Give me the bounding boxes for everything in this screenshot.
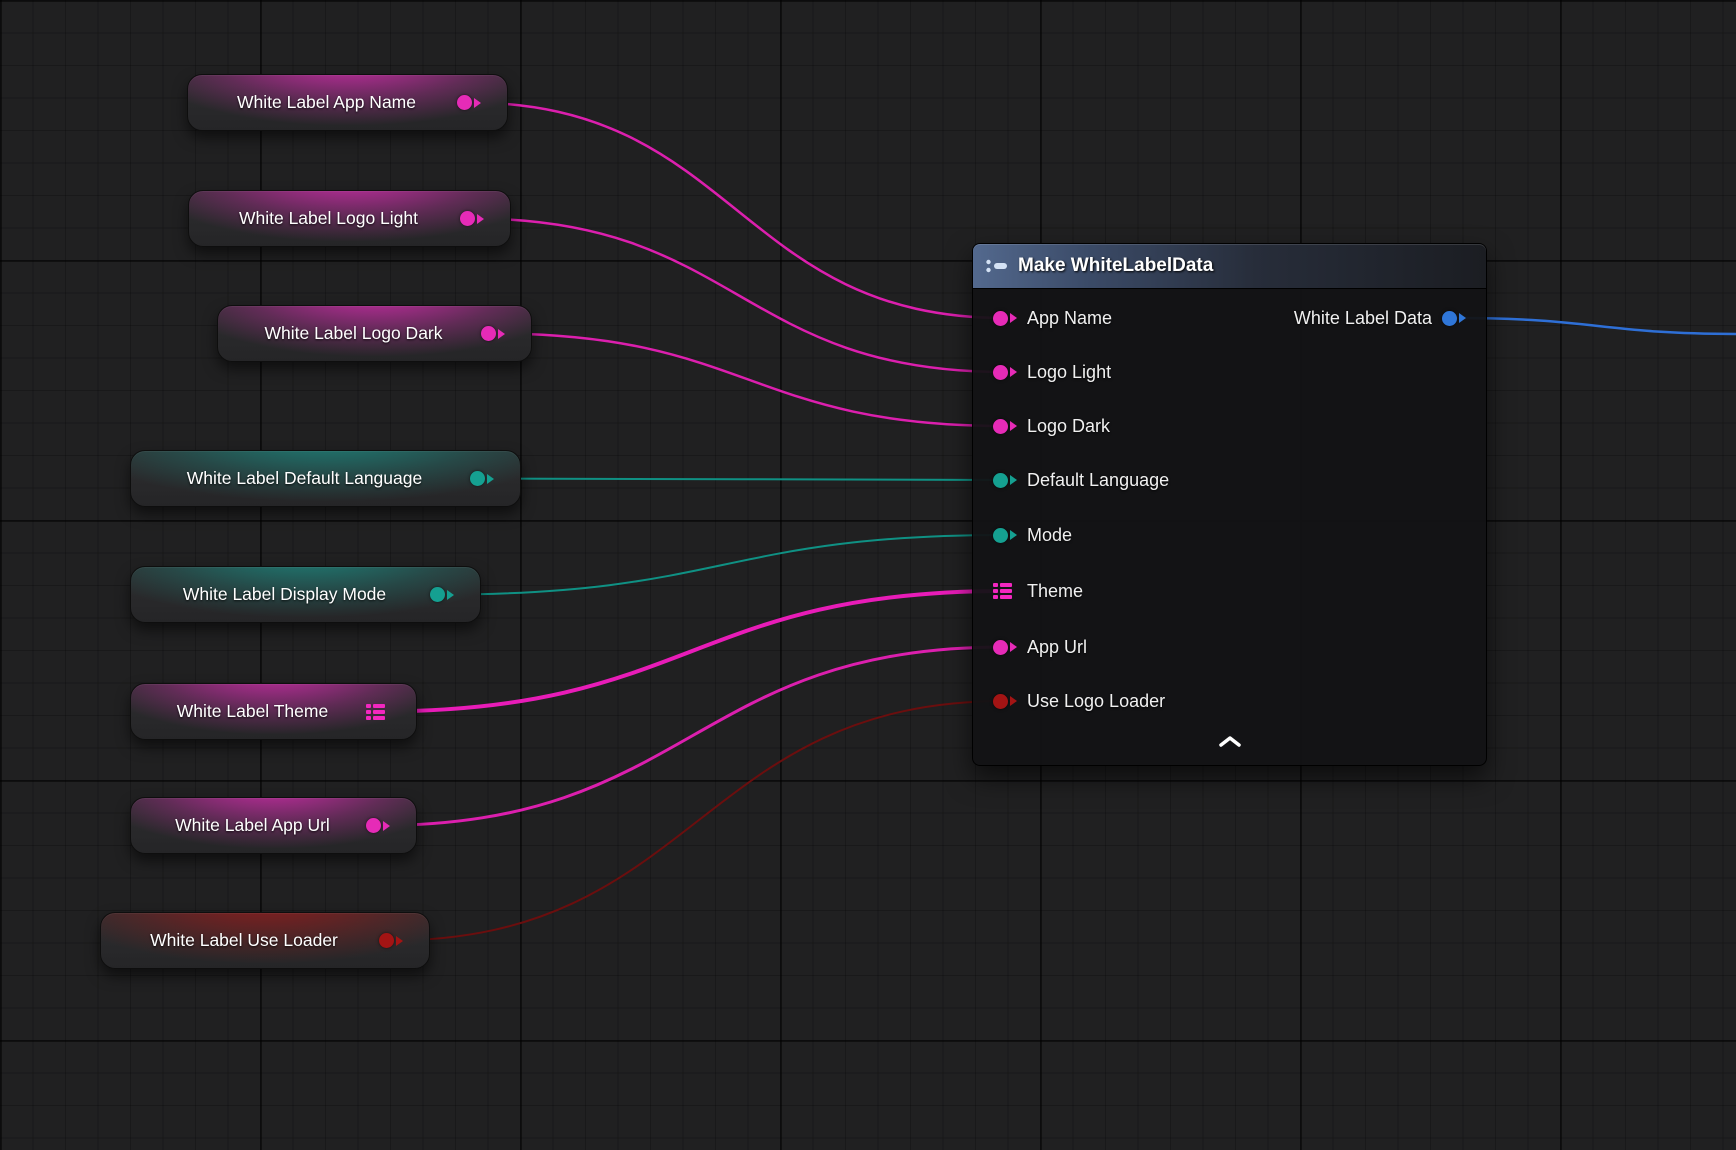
variable-node-white-label-logo-dark[interactable]: White Label Logo Dark (217, 305, 532, 362)
variable-node-label: White Label Default Language (131, 468, 520, 489)
wire-getter-default-language[interactable] (482, 479, 1005, 481)
make-struct-icon (985, 258, 1009, 274)
wire-make-pin-output[interactable] (1454, 318, 1736, 334)
variable-node-white-label-app-name[interactable]: White Label App Name (187, 74, 508, 131)
pin-arrow-icon (396, 936, 403, 946)
input-pin[interactable] (993, 525, 1017, 545)
pin-circle (460, 211, 475, 226)
pin-circle (379, 933, 394, 948)
pin-arrow-icon (487, 474, 494, 484)
pin-circle (993, 528, 1008, 543)
make-whitelabeldata-node[interactable]: Make WhiteLabelData App Name Logo Light … (972, 243, 1487, 766)
pin-arrow-icon (498, 329, 505, 339)
variable-node-white-label-display-mode[interactable]: White Label Display Mode (130, 566, 481, 623)
pin-label: App Url (1027, 637, 1087, 658)
variable-node-white-label-app-url[interactable]: White Label App Url (130, 797, 417, 854)
pin-row-logo-dark[interactable]: Logo Dark (993, 412, 1110, 440)
output-pin[interactable] (379, 931, 403, 951)
pin-label: Mode (1027, 525, 1072, 546)
input-pin-struct[interactable] (993, 581, 1017, 601)
pin-row-mode[interactable]: Mode (993, 521, 1072, 549)
wire-getter-use-loader[interactable] (391, 701, 1005, 941)
chevron-up-icon (1217, 734, 1243, 748)
pin-arrow-icon (1459, 313, 1466, 323)
output-pin[interactable] (366, 816, 390, 836)
pin-label: Default Language (1027, 470, 1169, 491)
pin-circle (481, 326, 496, 341)
pin-label: App Name (1027, 308, 1112, 329)
wire-getter-app-name[interactable] (469, 103, 1005, 319)
pin-row-app-url[interactable]: App Url (993, 633, 1087, 661)
pin-circle (993, 419, 1008, 434)
pin-arrow-icon (1010, 313, 1017, 323)
output-pin[interactable] (430, 585, 454, 605)
struct-pin-icon (366, 703, 386, 721)
pin-label: White Label Data (1294, 308, 1432, 329)
wire-getter-logo-light[interactable] (472, 219, 1005, 373)
pin-label: Theme (1027, 581, 1083, 602)
pin-circle (457, 95, 472, 110)
struct-pin-icon (993, 582, 1013, 600)
pin-label: Logo Dark (1027, 416, 1110, 437)
pin-arrow-icon (1010, 642, 1017, 652)
pin-circle (470, 471, 485, 486)
variable-node-white-label-default-language[interactable]: White Label Default Language (130, 450, 521, 507)
pin-circle (430, 587, 445, 602)
input-pin[interactable] (993, 470, 1017, 490)
node-title: Make WhiteLabelData (1018, 255, 1213, 277)
input-pin[interactable] (993, 416, 1017, 436)
variable-node-white-label-theme[interactable]: White Label Theme (130, 683, 417, 740)
pin-circle (993, 473, 1008, 488)
variable-node-label: White Label Display Mode (131, 584, 480, 605)
wire-getter-logo-dark[interactable] (493, 334, 1005, 427)
pin-circle (993, 694, 1008, 709)
pin-circle (993, 365, 1008, 380)
wire-getter-app-url[interactable] (378, 647, 1005, 826)
pin-arrow-icon (1010, 367, 1017, 377)
pin-label: Logo Light (1027, 362, 1111, 383)
output-pin[interactable] (1442, 308, 1466, 328)
input-pin[interactable] (993, 691, 1017, 711)
pin-arrow-icon (383, 821, 390, 831)
pin-row-app-name[interactable]: App Name (993, 304, 1112, 332)
input-pin[interactable] (993, 362, 1017, 382)
pin-circle (1442, 311, 1457, 326)
variable-node-white-label-logo-light[interactable]: White Label Logo Light (188, 190, 511, 247)
pin-row-default-language[interactable]: Default Language (993, 466, 1169, 494)
pin-circle (366, 818, 381, 833)
pin-arrow-icon (1010, 530, 1017, 540)
variable-node-white-label-use-loader[interactable]: White Label Use Loader (100, 912, 430, 969)
output-pin-struct[interactable] (366, 702, 390, 722)
output-pin[interactable] (460, 209, 484, 229)
pin-row-output-white-label-data[interactable]: White Label Data (1294, 304, 1466, 332)
pin-label: Use Logo Loader (1027, 691, 1165, 712)
pin-circle (993, 640, 1008, 655)
output-pin[interactable] (470, 469, 494, 489)
pin-arrow-icon (474, 98, 481, 108)
pin-arrow-icon (1010, 696, 1017, 706)
input-pin[interactable] (993, 308, 1017, 328)
blueprint-graph-canvas[interactable]: White Label App Name White Label Logo Li… (0, 0, 1736, 1150)
input-pin[interactable] (993, 637, 1017, 657)
pin-row-logo-light[interactable]: Logo Light (993, 358, 1111, 386)
node-header[interactable]: Make WhiteLabelData (973, 244, 1486, 289)
pin-circle (993, 311, 1008, 326)
output-pin[interactable] (481, 324, 505, 344)
collapse-chevron-button[interactable] (1209, 732, 1251, 755)
pin-arrow-icon (447, 590, 454, 600)
pin-arrow-icon (477, 214, 484, 224)
wire-getter-display-mode[interactable] (442, 535, 1005, 595)
pin-row-theme[interactable]: Theme (993, 577, 1083, 605)
pin-arrow-icon (1010, 421, 1017, 431)
pin-arrow-icon (1010, 475, 1017, 485)
output-pin[interactable] (457, 93, 481, 113)
pin-row-use-logo-loader[interactable]: Use Logo Loader (993, 687, 1165, 715)
